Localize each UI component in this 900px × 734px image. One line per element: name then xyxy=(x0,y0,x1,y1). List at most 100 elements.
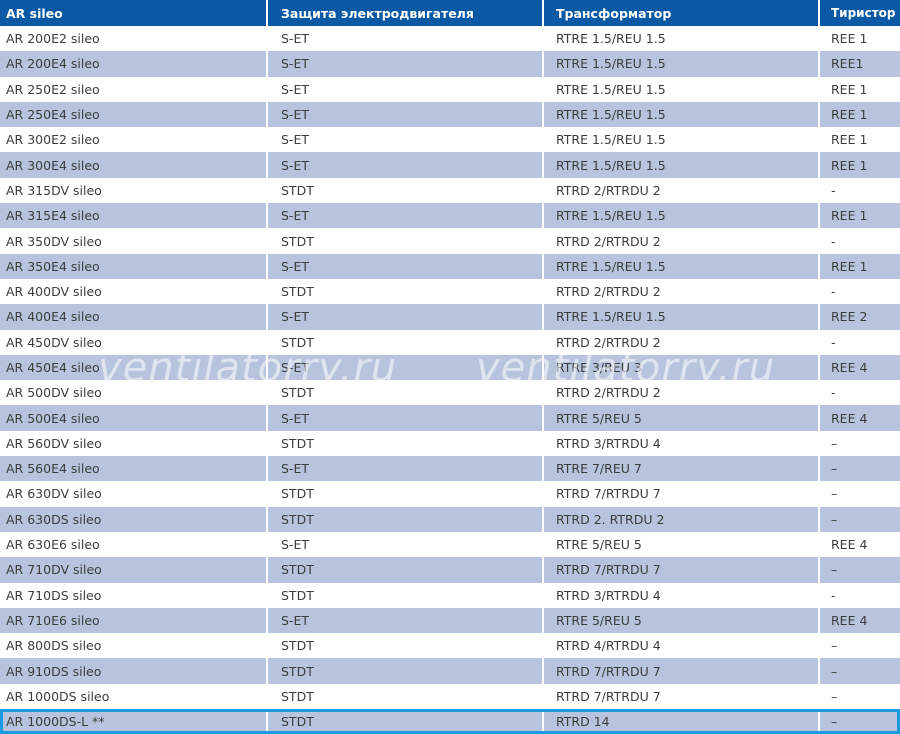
table-row: AR 560E4 sileo S-ET RTRE 7/REU 7– xyxy=(0,456,900,482)
cell-thyristor: REE 4 xyxy=(831,360,868,375)
cell-model: AR 910DS sileo xyxy=(0,658,268,684)
table-row-highlighted: AR 1000DS-L ** STDT RTRD 14– xyxy=(0,709,900,734)
cell-motor-protection: STDT xyxy=(268,683,544,710)
cell-motor-protection: STDT xyxy=(268,430,544,457)
header-transformer: Трансформатор xyxy=(544,0,820,26)
cell-model: AR 630E6 sileo xyxy=(0,531,268,558)
table-row: AR 450DV sileo STDT RTRD 2/RTRDU 2- xyxy=(0,329,900,355)
cell-thyristor: – xyxy=(831,663,838,679)
table-row: AR 910DS sileo STDT RTRD 7/RTRDU 7– xyxy=(0,658,900,684)
cell-thyristor: REE1 xyxy=(831,56,864,72)
header-model: AR sileo xyxy=(0,0,268,26)
cell-transformer: RTRE 5/REU 5 xyxy=(544,405,820,431)
cell-motor-protection: S-ET xyxy=(268,405,544,431)
cell-model: AR 560E4 sileo xyxy=(0,456,268,482)
table-row: AR 630DV sileo STDT RTRD 7/RTRDU 7– xyxy=(0,481,900,507)
table-row: AR 1000DS sileo STDT RTRD 7/RTRDU 7– xyxy=(0,683,900,710)
cell-model: AR 315DV sileo xyxy=(0,177,268,204)
cell-transformer: RTRE 1.5/REU 1.5 xyxy=(544,26,820,52)
cell-model: AR 710DV sileo xyxy=(0,557,268,583)
cell-model: AR 450DV sileo xyxy=(0,329,268,355)
cell-transformer: RTRD 2/RTRDU 2 xyxy=(544,228,820,254)
cell-model: AR 300E4 sileo xyxy=(0,152,268,178)
cell-transformer: RTRE 7/REU 7 xyxy=(544,456,820,482)
table-row: AR 315DV sileo STDT RTRD 2/RTRDU 2- xyxy=(0,177,900,204)
cell-motor-protection: S-ET xyxy=(268,51,544,77)
cell-model: AR 710DS sileo xyxy=(0,582,268,608)
cell-motor-protection: S-ET xyxy=(268,607,544,634)
cell-motor-protection: STDT xyxy=(268,481,544,507)
table-row: AR 630DS sileo STDT RTRD 2. RTRDU 2– xyxy=(0,506,900,532)
cell-thyristor: REE 1 xyxy=(831,132,868,148)
table-row: AR 710DS sileo STDT RTRD 3/RTRDU 4- xyxy=(0,582,900,608)
cell-model: AR 500DV sileo xyxy=(0,380,268,406)
cell-motor-protection: S-ET xyxy=(268,127,544,153)
table-row: AR 300E2 sileo S-ET RTRE 1.5/REU 1.5 REE 1 xyxy=(0,127,900,153)
cell-model: AR 400DV sileo xyxy=(0,278,268,305)
cell-model: AR 250E4 sileo xyxy=(0,101,268,128)
cell-transformer: RTRD 3/RTRDU 4 xyxy=(544,430,820,457)
cell-motor-protection: S-ET xyxy=(268,531,544,558)
header-motor-protection: Защита электродвигателя xyxy=(268,0,544,26)
cell-transformer: RTRE 1.5/REU 1.5 xyxy=(544,76,820,102)
cell-transformer: RTRD 7/RTRDU 7 xyxy=(544,557,820,583)
cell-motor-protection: S-ET xyxy=(268,76,544,102)
cell-model: AR 500E4 sileo xyxy=(0,405,268,431)
cell-thyristor: REE 1 xyxy=(831,258,868,274)
cell-thyristor: REE 1 xyxy=(831,31,868,47)
cell-motor-protection: STDT xyxy=(268,380,544,406)
cell-motor-protection: STDT xyxy=(268,506,544,532)
table-row: AR 400DV sileo STDT RTRD 2/RTRDU 2- xyxy=(0,278,900,305)
table-header-row: AR sileo Защита электродвигателя Трансфо… xyxy=(0,0,900,26)
cell-model: AR 710E6 sileo xyxy=(0,607,268,634)
table-row: AR 800DS sileo STDT RTRD 4/RTRDU 4– xyxy=(0,633,900,659)
cell-motor-protection: STDT xyxy=(268,633,544,659)
table-row: AR 710DV sileo STDT RTRD 7/RTRDU 7– xyxy=(0,557,900,583)
cell-model: AR 630DV sileo xyxy=(0,481,268,507)
cell-transformer: RTRD 7/RTRDU 7 xyxy=(544,683,820,710)
compatibility-table: AR sileo Защита электродвигателя Трансфо… xyxy=(0,0,900,734)
cell-model: AR 300E2 sileo xyxy=(0,127,268,153)
cell-thyristor: REE 1 xyxy=(831,208,868,224)
cell-model: AR 560DV sileo xyxy=(0,430,268,457)
cell-transformer: RTRD 4/RTRDU 4 xyxy=(544,633,820,659)
cell-transformer: RTRD 3/RTRDU 4 xyxy=(544,582,820,608)
cell-transformer: RTRD 2/RTRDU 2 xyxy=(544,177,820,204)
cell-thyristor: – xyxy=(831,688,838,704)
cell-model: AR 315E4 sileo xyxy=(0,203,268,229)
cell-motor-protection: S-ET xyxy=(268,152,544,178)
table-row: AR 200E4 sileo S-ET RTRE 1.5/REU 1.5 REE1 xyxy=(0,51,900,77)
cell-model: AR 250E2 sileo xyxy=(0,76,268,102)
table-row: AR 250E4 sileo S-ET RTRE 1.5/REU 1.5 REE 1 xyxy=(0,101,900,128)
cell-motor-protection: S-ET xyxy=(268,26,544,52)
table-row: AR 350DV sileo STDT RTRD 2/RTRDU 2- xyxy=(0,228,900,254)
cell-thyristor: – xyxy=(831,511,838,527)
cell-transformer: RTRE 1.5/REU 1.5 xyxy=(544,152,820,178)
cell-transformer: RTRD 7/RTRDU 7 xyxy=(544,481,820,507)
table-row: AR 630E6 sileo S-ET RTRE 5/REU 5 REE 4 xyxy=(0,531,900,558)
cell-model: AR 350DV sileo xyxy=(0,228,268,254)
table-row: AR 450E4 sileo S-ET RTRE 3/REU 3 REE 4 xyxy=(0,354,900,381)
cell-model: AR 630DS sileo xyxy=(0,506,268,532)
table-row: AR 200E2 sileo S-ET RTRE 1.5/REU 1.5 REE 1 xyxy=(0,26,900,52)
cell-motor-protection: STDT xyxy=(268,329,544,355)
cell-thyristor: REE 1 xyxy=(831,107,868,123)
cell-motor-protection: STDT xyxy=(268,557,544,583)
cell-thyristor: REE 2 xyxy=(831,309,868,325)
cell-thyristor: - xyxy=(831,233,836,249)
cell-transformer: RTRE 3/REU 3 xyxy=(544,354,820,381)
table-body: AR 200E2 sileo S-ET RTRE 1.5/REU 1.5 REE 1A… xyxy=(0,26,900,734)
header-thyristor: Тиристор xyxy=(831,6,896,20)
cell-motor-protection: S-ET xyxy=(268,203,544,229)
table-row: AR 250E2 sileo S-ET RTRE 1.5/REU 1.5 REE 1 xyxy=(0,76,900,102)
cell-model: AR 200E4 sileo xyxy=(0,51,268,77)
table-row: AR 500DV sileo STDT RTRD 2/RTRDU 2- xyxy=(0,380,900,406)
table-row: AR 560DV sileo STDT RTRD 3/RTRDU 4– xyxy=(0,430,900,457)
cell-model: AR 400E4 sileo xyxy=(0,304,268,330)
cell-thyristor: - xyxy=(831,385,836,401)
table-row: AR 315E4 sileo S-ET RTRE 1.5/REU 1.5 REE 1 xyxy=(0,203,900,229)
cell-motor-protection: STDT xyxy=(268,582,544,608)
cell-transformer: RTRE 1.5/REU 1.5 xyxy=(544,101,820,128)
cell-thyristor: – xyxy=(831,461,838,477)
cell-thyristor: REE 1 xyxy=(831,81,868,97)
